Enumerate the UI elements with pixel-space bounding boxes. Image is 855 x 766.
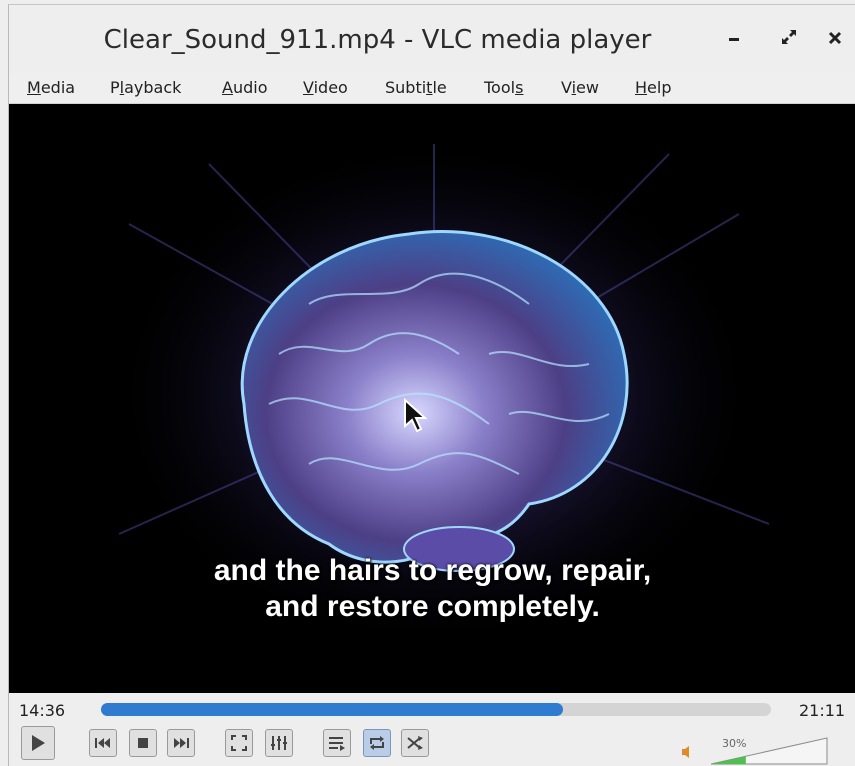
menu-tools[interactable]: Tools bbox=[484, 78, 523, 97]
fullscreen-icon bbox=[231, 735, 247, 751]
seek-slider[interactable] bbox=[101, 703, 771, 716]
speaker-icon[interactable] bbox=[681, 745, 693, 759]
menu-view[interactable]: View bbox=[561, 78, 599, 97]
menu-media[interactable]: Media bbox=[27, 78, 75, 97]
window-title: Clear_Sound_911.mp4 - VLC media player bbox=[103, 25, 652, 55]
maximize-button[interactable] bbox=[775, 25, 803, 53]
previous-button[interactable] bbox=[89, 729, 117, 757]
minimize-icon bbox=[727, 29, 741, 50]
control-bar: 14:36 21:11 30% bbox=[9, 693, 855, 766]
video-area[interactable]: and the hairs to regrow, repair, and res… bbox=[9, 104, 855, 693]
maximize-icon bbox=[780, 28, 798, 51]
close-button[interactable] bbox=[821, 25, 849, 53]
next-button[interactable] bbox=[167, 729, 195, 757]
playlist-button[interactable] bbox=[323, 729, 351, 757]
stop-icon bbox=[138, 738, 148, 748]
shuffle-icon bbox=[407, 736, 423, 750]
menu-subtitle[interactable]: Subtitle bbox=[385, 78, 447, 97]
close-icon bbox=[828, 29, 842, 50]
extended-settings-button[interactable] bbox=[265, 729, 293, 757]
shuffle-button[interactable] bbox=[401, 729, 429, 757]
title-bar: Clear_Sound_911.mp4 - VLC media player bbox=[9, 5, 855, 74]
menu-bar: Media Playback Audio Video Subtitle Tool… bbox=[9, 73, 855, 104]
minimize-button[interactable] bbox=[720, 25, 748, 53]
current-time: 14:36 bbox=[19, 701, 66, 720]
next-icon bbox=[174, 738, 189, 748]
loop-button[interactable] bbox=[363, 729, 391, 757]
menu-help[interactable]: Help bbox=[635, 78, 671, 97]
seek-progress bbox=[101, 703, 564, 716]
menu-playback[interactable]: Playback bbox=[110, 78, 181, 97]
total-time: 21:11 bbox=[799, 701, 846, 720]
playlist-icon bbox=[329, 737, 345, 751]
loop-icon bbox=[370, 736, 384, 750]
previous-icon bbox=[95, 738, 110, 748]
stop-button[interactable] bbox=[129, 729, 157, 757]
play-button[interactable] bbox=[21, 726, 55, 760]
fullscreen-button[interactable] bbox=[225, 729, 253, 757]
equalizer-icon bbox=[271, 736, 287, 750]
menu-video[interactable]: Video bbox=[303, 78, 348, 97]
play-icon bbox=[32, 735, 45, 751]
vlc-window: Clear_Sound_911.mp4 - VLC media player M… bbox=[8, 4, 855, 766]
mouse-cursor-icon bbox=[404, 398, 428, 433]
subtitle-line-1: and the hairs to regrow, repair, bbox=[213, 554, 652, 587]
volume-slider[interactable] bbox=[711, 736, 831, 766]
subtitle-line-2: and restore completely. bbox=[265, 590, 600, 623]
menu-audio[interactable]: Audio bbox=[222, 78, 267, 97]
